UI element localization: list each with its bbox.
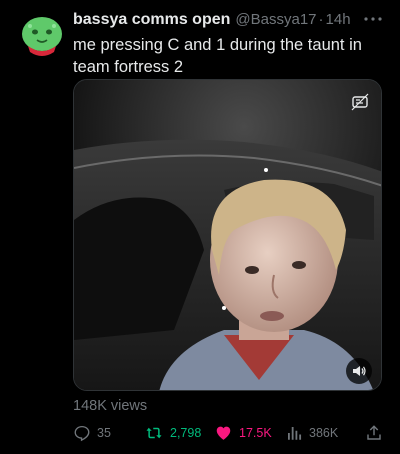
media-badge-icon[interactable]	[350, 92, 370, 112]
sound-icon	[353, 366, 366, 376]
retweet-button[interactable]: 2,798	[144, 422, 201, 444]
tweet[interactable]: bassya comms open @Bassya17 · 14h me pre…	[0, 0, 400, 454]
video-player[interactable]	[73, 79, 382, 391]
author-name[interactable]: bassya comms open	[73, 11, 230, 29]
retweet-icon	[146, 427, 162, 439]
share-icon	[367, 425, 381, 440]
reply-count: 35	[97, 426, 111, 440]
like-count: 17.5K	[239, 426, 272, 440]
tweet-header: bassya comms open @Bassya17 · 14h	[73, 11, 385, 33]
views-icon	[288, 427, 302, 440]
share-button[interactable]	[365, 422, 389, 444]
reply-button[interactable]: 35	[73, 422, 111, 444]
video-frame	[74, 80, 381, 390]
timestamp[interactable]: 14h	[326, 11, 351, 28]
reply-icon	[74, 425, 90, 442]
avatar[interactable]	[18, 12, 66, 60]
author-handle[interactable]: @Bassya17	[235, 11, 316, 28]
sound-toggle-button[interactable]	[346, 358, 372, 384]
views-button[interactable]: 386K	[285, 422, 338, 444]
heart-filled-icon	[216, 426, 231, 440]
views-count-line: 148K views	[73, 398, 148, 414]
tweet-text: me pressing C and 1 during the taunt in …	[73, 36, 362, 76]
action-bar: 35 2,798 17.5K 386K	[73, 422, 388, 444]
views-count: 386K	[309, 426, 339, 440]
retweet-count: 2,798	[170, 426, 202, 440]
more-icon[interactable]	[362, 10, 384, 26]
separator: ·	[318, 11, 324, 28]
like-button[interactable]: 17.5K	[214, 422, 272, 444]
